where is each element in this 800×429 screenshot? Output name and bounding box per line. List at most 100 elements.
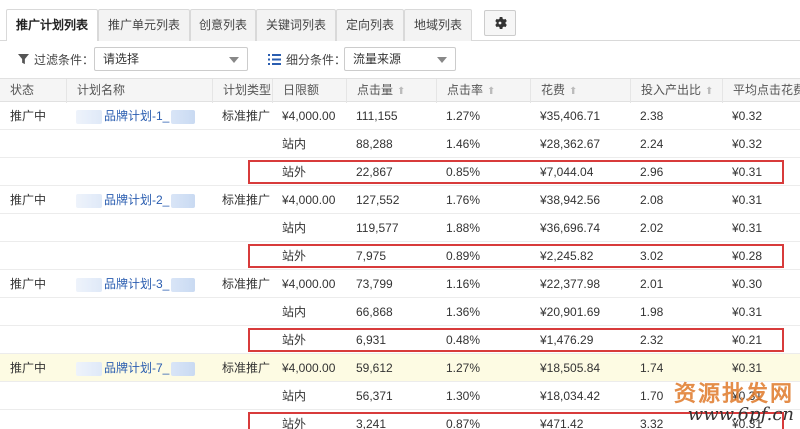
redacted-block bbox=[171, 193, 196, 208]
table-subrow: 站内 66,868 1.36% ¥20,901.69 1.98 ¥0.31 bbox=[0, 298, 800, 326]
filter-label: 过滤条件： bbox=[34, 53, 95, 67]
cell-clicks: 22,867 bbox=[356, 165, 393, 179]
redacted-block bbox=[171, 361, 196, 376]
plan-name-text[interactable]: 品牌计划-1_ bbox=[104, 109, 169, 123]
cell-cpc: ¥0.32 bbox=[732, 137, 763, 151]
redacted-block bbox=[76, 277, 102, 292]
cell-source: 站内 bbox=[282, 305, 307, 319]
cell-ctr: 1.30% bbox=[446, 389, 481, 403]
plan-name-link[interactable]: 品牌计划-7_ bbox=[66, 354, 212, 382]
sort-icon[interactable]: ⬆ bbox=[487, 81, 495, 103]
tab-unit-list[interactable]: 推广单元列表 bbox=[98, 9, 190, 41]
cell-cost: ¥35,406.71 bbox=[540, 109, 601, 123]
cell-budget: ¥4,000.00 bbox=[282, 109, 336, 123]
column-header-label: 点击量 bbox=[357, 83, 394, 97]
column-header[interactable]: 投入产出比 ⬆ bbox=[630, 79, 722, 103]
cell-cost: ¥36,696.74 bbox=[540, 221, 601, 235]
cell-status: 推广中 bbox=[10, 109, 47, 123]
cell-cpc: ¥0.31 bbox=[732, 221, 763, 235]
cell-clicks: 127,552 bbox=[356, 193, 400, 207]
sort-icon[interactable]: ⬆ bbox=[397, 81, 405, 103]
column-header-label: 计划名称 bbox=[77, 83, 126, 97]
cell-cpc: ¥0.32 bbox=[732, 109, 763, 123]
settings-button[interactable] bbox=[484, 10, 516, 36]
plan-name-text[interactable]: 品牌计划-2_ bbox=[104, 193, 169, 207]
plan-name-text[interactable]: 品牌计划-3_ bbox=[104, 277, 169, 291]
cell-cost: ¥18,034.42 bbox=[540, 389, 601, 403]
table-subrow: 站外 7,975 0.89% ¥2,245.82 3.02 ¥0.28 bbox=[0, 242, 800, 270]
cell-roi: 3.02 bbox=[640, 249, 664, 263]
cell-roi: 2.02 bbox=[640, 221, 664, 235]
cell-ctr: 0.85% bbox=[446, 165, 481, 179]
column-header[interactable]: 花费 ⬆ bbox=[530, 79, 630, 103]
segment-label: 细分条件： bbox=[286, 53, 347, 67]
column-header: 状态 bbox=[0, 79, 66, 103]
redacted-block bbox=[171, 277, 196, 292]
table-subrow: 站外 22,867 0.85% ¥7,044.04 2.96 ¥0.31 bbox=[0, 158, 800, 186]
cell-ctr: 1.88% bbox=[446, 221, 481, 235]
cell-roi: 1.98 bbox=[640, 305, 664, 319]
cell-cpc: ¥0.28 bbox=[732, 249, 763, 263]
cell-ctr: 1.36% bbox=[446, 305, 481, 319]
cell-ctr: 1.27% bbox=[446, 109, 481, 123]
column-header-label: 状态 bbox=[10, 83, 35, 97]
cell-clicks: 3,241 bbox=[356, 417, 387, 429]
cell-cost: ¥28,362.67 bbox=[540, 137, 601, 151]
cell-budget: ¥4,000.00 bbox=[282, 361, 336, 375]
cell-cost: ¥20,901.69 bbox=[540, 305, 601, 319]
cell-status: 推广中 bbox=[10, 277, 47, 291]
table-row: 推广中 品牌计划-2_ 标准推广 ¥4,000.00 127,552 1.76% ¥38,9… bbox=[0, 186, 800, 214]
tab-plan-list[interactable]: 推广计划列表 bbox=[6, 9, 98, 42]
cell-cpc: ¥0.21 bbox=[732, 333, 763, 347]
cell-clicks: 88,288 bbox=[356, 137, 393, 151]
plan-name-link[interactable]: 品牌计划-1_ bbox=[66, 102, 212, 130]
redacted-block bbox=[171, 109, 196, 124]
cell-status: 推广中 bbox=[10, 193, 47, 207]
cell-type: 标准推广 bbox=[222, 193, 271, 207]
plan-name-text[interactable]: 品牌计划-7_ bbox=[104, 361, 169, 375]
cell-ctr: 1.16% bbox=[446, 277, 481, 291]
cell-cost: ¥7,044.04 bbox=[540, 165, 594, 179]
column-header[interactable]: 点击量 ⬆ bbox=[346, 79, 436, 103]
column-header-label: 投入产出比 bbox=[641, 83, 702, 97]
tab-creative-list[interactable]: 创意列表 bbox=[190, 9, 256, 41]
cell-ctr: 0.48% bbox=[446, 333, 481, 347]
watermark: 资源批发网 www.6pf.cn bbox=[674, 376, 794, 425]
sort-icon[interactable]: ⬆ bbox=[705, 81, 713, 103]
column-header-label: 花费 bbox=[541, 83, 566, 97]
cell-roi: 2.32 bbox=[640, 333, 664, 347]
cell-roi: 2.08 bbox=[640, 193, 664, 207]
tab-targeting-list[interactable]: 定向列表 bbox=[336, 9, 404, 41]
cell-roi: 2.01 bbox=[640, 277, 664, 291]
plan-name-link[interactable]: 品牌计划-3_ bbox=[66, 270, 212, 298]
cell-cost: ¥1,476.29 bbox=[540, 333, 594, 347]
watermark-line1: 资源批发网 bbox=[673, 381, 794, 407]
plan-name-link[interactable]: 品牌计划-2_ bbox=[66, 186, 212, 214]
sort-icon[interactable]: ⬆ bbox=[569, 81, 577, 103]
table-header: 状态 计划名称 计划类型 日限额 点击量 ⬆ 点击率 ⬆ 花费 ⬆ 投入产出比 ⬆ 平均点击花费 bbox=[0, 78, 800, 103]
tab-keyword-list[interactable]: 关键词列表 bbox=[256, 9, 336, 41]
segment-select-value: 流量来源 bbox=[353, 52, 402, 66]
cell-roi: 2.38 bbox=[640, 109, 664, 123]
cell-type: 标准推广 bbox=[222, 277, 271, 291]
cell-ctr: 0.89% bbox=[446, 249, 481, 263]
cell-clicks: 7,975 bbox=[356, 249, 387, 263]
cell-ctr: 1.46% bbox=[446, 137, 481, 151]
filter-icon bbox=[18, 54, 29, 65]
cell-source: 站外 bbox=[282, 333, 307, 347]
cell-clicks: 111,155 bbox=[356, 109, 398, 123]
segment-select[interactable]: 流量来源 bbox=[344, 47, 456, 71]
cell-cpc: ¥0.31 bbox=[732, 305, 763, 319]
cell-clicks: 66,868 bbox=[356, 305, 393, 319]
cell-cost: ¥471.42 bbox=[540, 417, 584, 429]
column-header-label: 计划类型 bbox=[223, 83, 272, 97]
list-icon bbox=[268, 54, 281, 65]
table-subrow: 站内 119,577 1.88% ¥36,696.74 2.02 ¥0.31 bbox=[0, 214, 800, 242]
column-header[interactable]: 点击率 ⬆ bbox=[436, 79, 530, 103]
tab-region-list[interactable]: 地域列表 bbox=[404, 9, 472, 41]
cell-source: 站内 bbox=[282, 389, 307, 403]
filter-select[interactable]: 请选择 bbox=[94, 47, 248, 71]
cell-source: 站外 bbox=[282, 249, 307, 263]
cell-clicks: 56,371 bbox=[356, 389, 393, 403]
cell-type: 标准推广 bbox=[222, 109, 271, 123]
